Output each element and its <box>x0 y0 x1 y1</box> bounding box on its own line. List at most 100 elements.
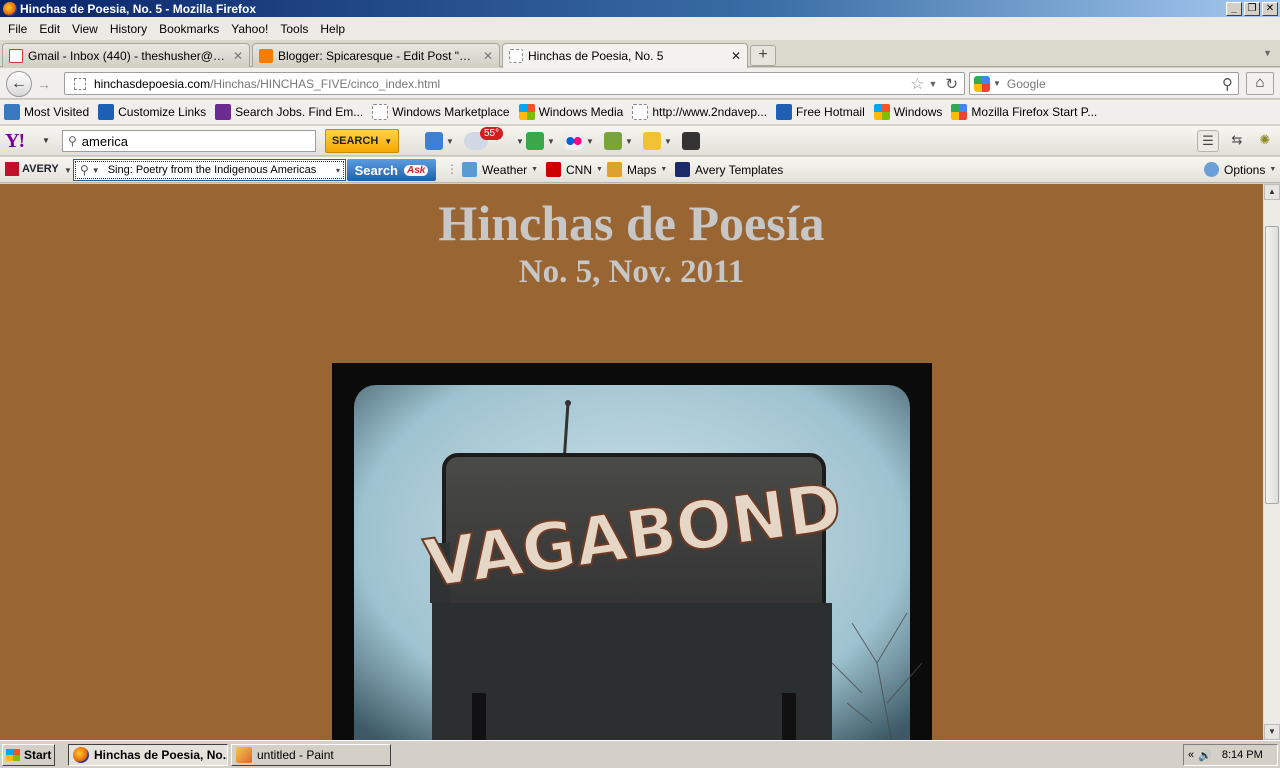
list-view-icon[interactable]: ☰ <box>1197 130 1219 152</box>
menu-edit[interactable]: Edit <box>33 22 66 36</box>
url-path: /Hinchas/HINCHAS_FIVE/cinco_index.html <box>210 76 441 91</box>
windows-taskbar: Start Hinchas de Poesia, No... untitled … <box>0 740 1280 768</box>
tab-label: Hinchas de Poesia, No. 5 <box>528 49 664 63</box>
site-identity-icon[interactable] <box>74 77 86 90</box>
menu-file[interactable]: File <box>2 22 33 36</box>
close-icon[interactable]: ✕ <box>233 49 243 63</box>
bookmark-firefox-start[interactable]: Mozilla Firefox Start P... <box>951 104 1097 120</box>
minimize-button[interactable]: _ <box>1226 1 1242 16</box>
home-button[interactable]: ⌂ <box>1246 72 1274 95</box>
weather-temp-badge: 55° <box>480 127 504 140</box>
close-icon[interactable]: ✕ <box>483 49 493 63</box>
ask-logo: Ask <box>404 164 429 176</box>
avery-cnn-button[interactable]: CNN ▼ <box>546 162 603 177</box>
chevron-down-icon: ▼ <box>547 136 555 146</box>
menu-history[interactable]: History <box>104 22 153 36</box>
yahoo-amazon-button[interactable] <box>682 131 700 151</box>
back-button[interactable]: ← <box>6 71 32 97</box>
avery-item-label: Weather <box>482 162 528 177</box>
web-search-box[interactable]: ▼ Google ⚲ <box>969 72 1239 95</box>
avery-item-label: CNN <box>566 162 592 177</box>
avery-menu-dropdown-icon[interactable]: ▼ <box>64 166 72 175</box>
yahoo-games-button[interactable]: ▼ <box>604 131 633 151</box>
bookmark-most-visited[interactable]: Most Visited <box>4 104 89 120</box>
tray-expand-chevron-icon[interactable]: « <box>1188 749 1194 761</box>
bookmark-label: Most Visited <box>24 105 90 119</box>
tray-clock[interactable]: 8:14 PM <box>1222 749 1263 761</box>
vertical-scrollbar[interactable]: ▲ ▼ <box>1263 184 1280 740</box>
close-window-button[interactable]: ✕ <box>1262 1 1278 16</box>
yahoo-ebay-button[interactable]: ▼ <box>643 131 672 151</box>
tab-hinchas[interactable]: Hinchas de Poesia, No. 5 ✕ <box>502 43 748 68</box>
menu-bookmarks[interactable]: Bookmarks <box>153 22 225 36</box>
start-button[interactable]: Start <box>2 744 55 766</box>
yahoo-search-input[interactable]: ⚲ america <box>62 130 316 152</box>
yahoo-logo[interactable]: Y! <box>5 130 25 153</box>
avery-options-button[interactable]: Options ▼ <box>1204 162 1276 177</box>
forward-button[interactable]: → <box>33 75 55 94</box>
bookmark-customize-links[interactable]: Customize Links <box>98 104 206 120</box>
gear-icon[interactable]: ✺ <box>1254 130 1276 152</box>
bookmark-windows[interactable]: Windows <box>873 104 942 120</box>
blank-page-icon <box>632 104 649 120</box>
avery-weather-button[interactable]: Weather ▼ <box>462 162 538 177</box>
menu-tools[interactable]: Tools <box>274 22 314 36</box>
scroll-down-arrow-icon[interactable]: ▼ <box>1264 724 1280 740</box>
taskbar-firefox-button[interactable]: Hinchas de Poesia, No... <box>68 744 228 766</box>
swap-arrows-icon[interactable]: ⇆ <box>1226 130 1248 152</box>
bookmark-free-hotmail[interactable]: Free Hotmail <box>776 104 865 120</box>
search-icon[interactable]: ⚲ <box>1222 75 1233 93</box>
scroll-up-arrow-icon[interactable]: ▲ <box>1264 184 1280 200</box>
tab-blogger[interactable]: Blogger: Spicaresque - Edit Post "CINCO … <box>252 43 500 67</box>
yahoo-search-button[interactable]: SEARCH ▼ <box>325 129 399 153</box>
restore-button[interactable]: ❐ <box>1244 1 1260 16</box>
yahoo-toolbar: Y! ▼ ⚲ america SEARCH ▼ ▼ ▼ 55° ▼ ▼ ▼ ▼ ☰… <box>0 126 1280 156</box>
chevron-down-icon[interactable]: ▼ <box>92 166 100 175</box>
bookmark-label: Windows Media <box>538 105 624 119</box>
yahoo-answers-button[interactable]: ▼ <box>526 131 555 151</box>
tab-strip: Gmail - Inbox (440) - theshusher@gmail..… <box>0 40 1280 68</box>
ask-search-value: Sing: Poetry from the Indigenous America… <box>107 164 317 176</box>
new-tab-button[interactable]: + <box>750 45 776 66</box>
avery-templates-button[interactable]: Avery Templates <box>675 162 783 177</box>
yahoo-mail-button[interactable]: ▼ <box>425 131 454 151</box>
volume-icon[interactable]: 🔊 <box>1198 749 1212 762</box>
history-dropdown-icon[interactable]: ▼ <box>929 79 938 89</box>
close-icon[interactable]: ✕ <box>731 49 741 63</box>
taskbar-button-label: Hinchas de Poesia, No... <box>94 748 228 762</box>
scrollbar-thumb[interactable] <box>1265 226 1279 504</box>
tab-list-chevron-icon[interactable]: ▼ <box>1263 48 1272 58</box>
engine-dropdown-icon[interactable]: ▼ <box>993 79 1001 88</box>
windows-flag-icon <box>518 104 535 120</box>
url-bar[interactable]: hinchasdepoesia.com /Hinchas/HINCHAS_FIV… <box>64 72 965 95</box>
upload-icon <box>526 132 544 150</box>
bookmark-windows-marketplace[interactable]: Windows Marketplace <box>372 104 510 120</box>
bookmark-label: Mozilla Firefox Start P... <box>971 105 1098 119</box>
google-icon[interactable] <box>974 75 990 92</box>
menu-view[interactable]: View <box>66 22 104 36</box>
windows-flag-icon <box>873 104 890 120</box>
yahoo-search-value: america <box>81 133 129 149</box>
reload-icon[interactable]: ↻ <box>945 75 958 93</box>
toolbar-separator-handle[interactable]: ⋮ <box>446 162 458 176</box>
amazon-icon <box>682 132 700 150</box>
chevron-down-icon: ▼ <box>1269 166 1277 173</box>
yahoo-flickr-button[interactable]: ▼ <box>565 131 594 151</box>
cnn-icon <box>546 162 561 177</box>
menu-yahoo[interactable]: Yahoo! <box>225 22 274 36</box>
taskbar-paint-button[interactable]: untitled - Paint <box>231 744 391 766</box>
menu-help[interactable]: Help <box>314 22 351 36</box>
bookmark-2ndavep[interactable]: http://www.2ndavep... <box>632 104 767 120</box>
yahoo-menu-dropdown-icon[interactable]: ▼ <box>42 136 50 145</box>
bookmark-windows-media[interactable]: Windows Media <box>518 104 624 120</box>
avery-logo[interactable]: AVERY <box>5 162 59 176</box>
bookmark-label: Windows Marketplace <box>392 105 510 119</box>
chevron-down-icon: ▼ <box>625 136 633 146</box>
bookmark-search-jobs[interactable]: Search Jobs. Find Em... <box>215 104 363 120</box>
ask-search-input[interactable]: ⚲ ▼ Sing: Poetry from the Indigenous Ame… <box>73 159 346 181</box>
avery-maps-button[interactable]: Maps ▼ <box>607 162 667 177</box>
chevron-down-icon[interactable]: ▾ <box>336 166 340 175</box>
tab-gmail[interactable]: Gmail - Inbox (440) - theshusher@gmail..… <box>2 43 250 67</box>
bookmark-star-icon[interactable]: ☆ <box>910 74 924 94</box>
ask-search-button[interactable]: Search Ask <box>347 159 436 181</box>
